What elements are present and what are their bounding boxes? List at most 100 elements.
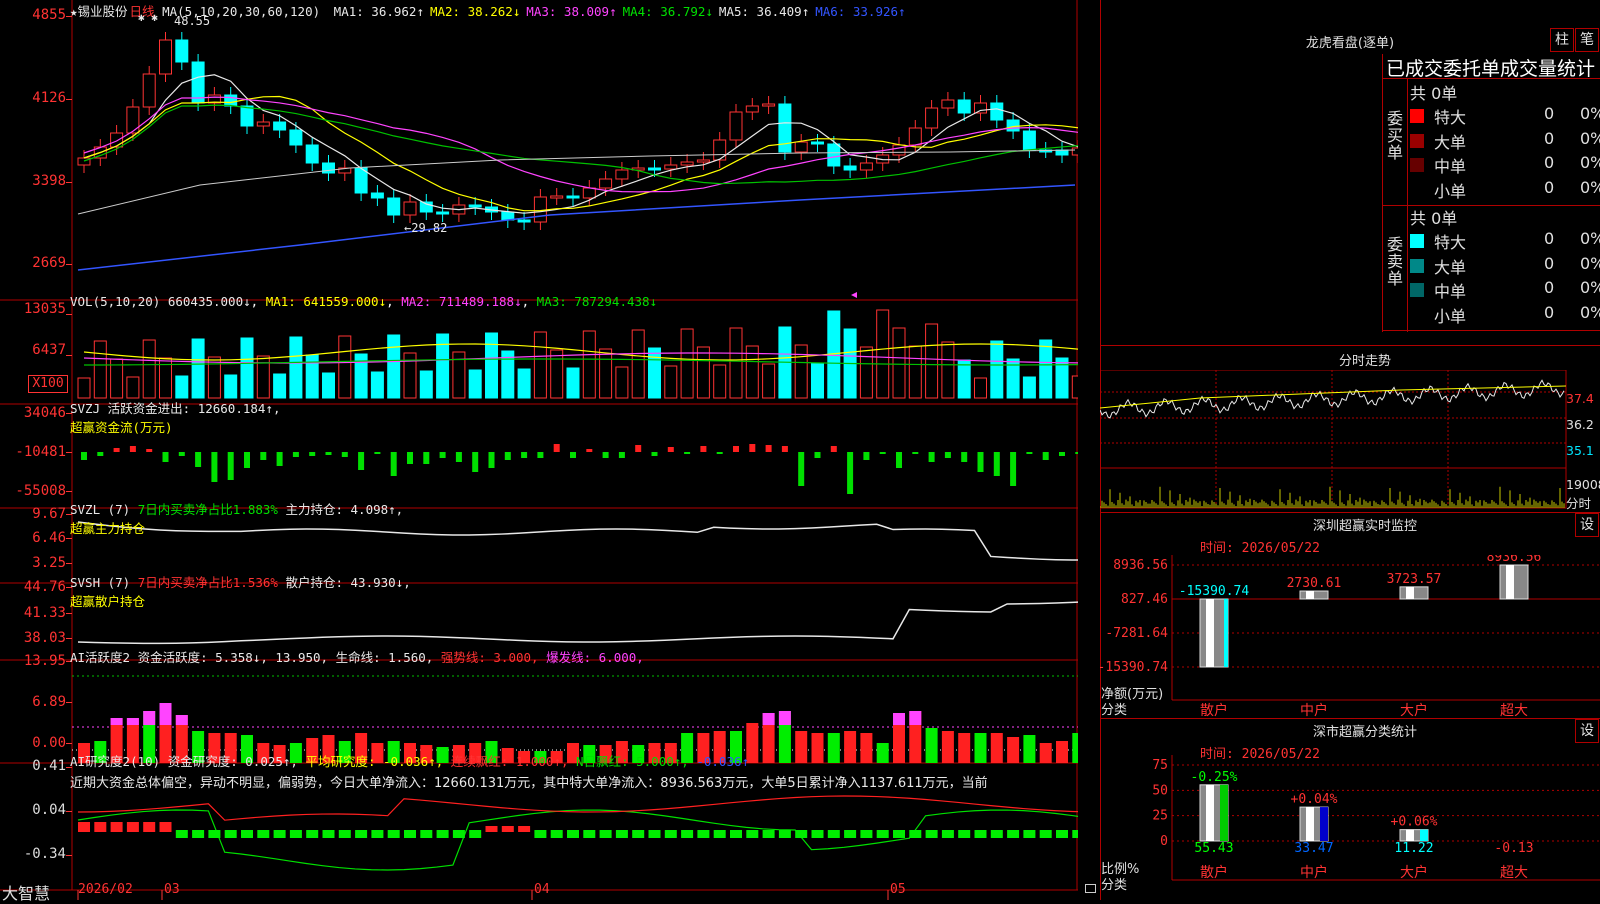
research-bar [632, 830, 645, 838]
candle-body [110, 132, 124, 148]
research-bar [175, 830, 188, 838]
monitor-value-label: 2730.61 [1287, 576, 1342, 591]
class-y-tick: 0 [1160, 834, 1168, 849]
favorite-star-icon[interactable]: ★ [70, 4, 78, 19]
monitor-value-label: 8936.56 [1487, 555, 1542, 565]
candle-body [892, 144, 906, 156]
monitor-bar-shine [1306, 591, 1314, 599]
buy-total: 共 0单 [1410, 84, 1458, 103]
research-bar [78, 822, 90, 832]
research-bar [1039, 830, 1052, 838]
class-change-label: +0.04% [1291, 792, 1338, 807]
class-category: 中户 [1300, 864, 1328, 881]
low-price-label: ←29.82 [404, 221, 448, 235]
volume-bar [175, 375, 189, 399]
buy-pct: 0% [1580, 128, 1600, 148]
ma5-line [77, 149, 1076, 215]
volume-bar [566, 367, 580, 399]
volume-bar [729, 327, 743, 399]
flow-bar [977, 452, 984, 472]
high-markers: ✱ ✱ [138, 11, 158, 24]
active-bar-top [778, 711, 791, 725]
flow-bar [472, 452, 479, 472]
research-bar [893, 830, 905, 838]
flow-bar [488, 452, 495, 468]
active-bar-top [909, 711, 922, 725]
volume-bar [631, 329, 645, 399]
research-bar [110, 822, 123, 832]
volume-bar [485, 332, 498, 399]
lock-icon[interactable] [1085, 884, 1096, 893]
volume-bar [142, 339, 156, 399]
volume-bar [713, 364, 727, 399]
avg-research-line [77, 795, 1078, 821]
longhu-header: 已成交委托单成交量统计 [1386, 58, 1596, 80]
research-bar [583, 830, 596, 838]
volume-bar [925, 323, 939, 399]
flow-bar [97, 452, 104, 456]
intraday-chart[interactable] [1100, 370, 1600, 510]
volume-bar [664, 365, 678, 399]
flow-bar [765, 445, 772, 452]
flow-bar [211, 452, 218, 482]
bar-view-button[interactable]: 柱 [1550, 28, 1574, 52]
candle-body [501, 211, 515, 221]
class-category: 大户 [1400, 864, 1428, 881]
sz-class-title: 深市超赢分类统计 [1312, 725, 1417, 740]
candle-body [729, 111, 743, 141]
longhu-title: 龙虎看盘(逐单) [1305, 36, 1395, 51]
svzl-tick-2: 6.46 [32, 530, 66, 546]
flow-bar [504, 452, 511, 460]
flow-bar [553, 444, 560, 452]
volume-bar [876, 309, 890, 399]
candle-body [370, 192, 384, 199]
sell-row: 大单 0 0% [1410, 254, 1600, 278]
candle-body [1071, 147, 1078, 156]
class-change-label: -0.25% [1191, 770, 1238, 785]
research-bar [159, 822, 172, 832]
research-bar [730, 830, 742, 838]
volume-bar [240, 337, 254, 399]
monitor-category: 大户 [1400, 702, 1428, 719]
volume-bar [1039, 339, 1053, 399]
svzl-legend: SVZL (7) 7日内买卖净占比1.883% 主力持仓: 4.098↑, 超赢主… [70, 502, 404, 536]
flow-bar [1010, 452, 1017, 486]
flow-bar [455, 452, 462, 462]
research-bar [778, 830, 791, 838]
x-label-mar: 03 [164, 882, 180, 897]
class-value-label: -0.13 [1494, 841, 1533, 856]
active-bar [941, 731, 954, 763]
vol-tick-high: 13035 [23, 301, 66, 317]
research-bar [713, 830, 726, 838]
x-label-feb: 2026/02 [78, 882, 133, 897]
sz-monitor-settings-button[interactable]: 设 [1575, 513, 1599, 537]
research-bar [909, 830, 922, 838]
flow-bar [195, 452, 202, 467]
class-category: 超大 [1500, 865, 1528, 881]
color-swatch [1410, 283, 1424, 297]
research-bar [208, 830, 221, 838]
active-bar [1056, 741, 1068, 763]
tick-view-button[interactable]: 笔 [1575, 28, 1599, 52]
flow-bar [814, 452, 821, 458]
flow-bar [292, 452, 299, 457]
candle-body [974, 102, 987, 114]
ai-active-tick-1: 13.95 [23, 653, 66, 669]
ai-active-legend: AI活跃度2 资金活跃度: 5.358↓, 13.950, 生命线: 1.560… [70, 650, 644, 665]
class-change-label: +0.06% [1391, 815, 1438, 830]
candle-body [305, 144, 319, 164]
sz-class-settings-button[interactable]: 设 [1575, 719, 1599, 743]
volume-unit-button[interactable]: X100 [28, 375, 68, 393]
svzj-tick-2: -10481 [15, 444, 66, 460]
sz-monitor-title: 深圳超赢实时监控 [1312, 519, 1417, 534]
volume-bar [338, 335, 352, 399]
active-bar [990, 733, 1003, 763]
monitor-bar-shine [1206, 599, 1214, 667]
sell-name: 小单 [1434, 306, 1467, 326]
research-bar [958, 830, 971, 838]
research-bar [876, 830, 889, 838]
buy-name: 小单 [1434, 181, 1467, 201]
flow-bar [944, 452, 951, 458]
sz-class-xlabel: 分类 [1101, 878, 1128, 893]
flow-bar [129, 446, 136, 452]
